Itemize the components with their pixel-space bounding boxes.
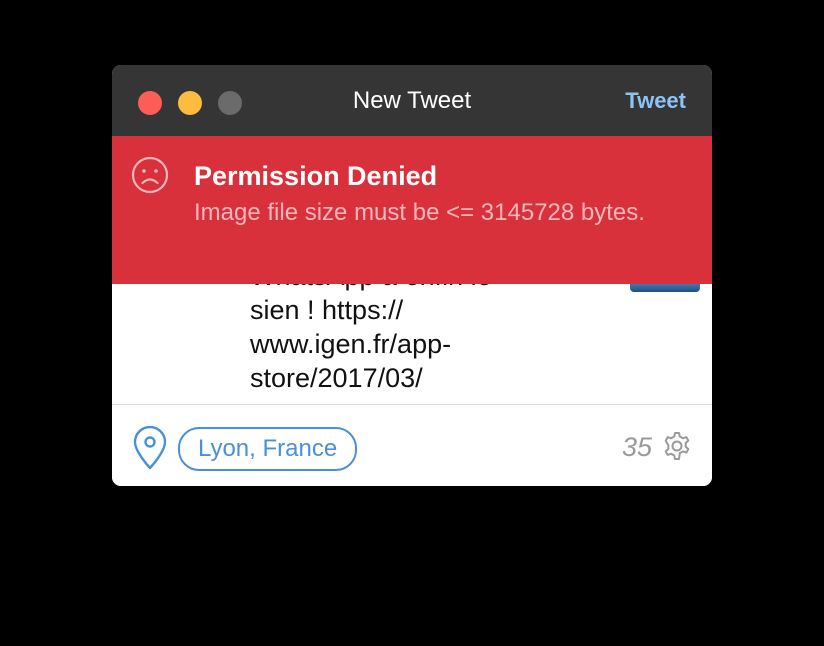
sad-face-icon — [131, 156, 169, 194]
character-counter: 35 — [621, 432, 652, 462]
title-bar: New Tweet Tweet — [112, 65, 712, 136]
error-banner[interactable]: Permission Denied Image file size must b… — [112, 136, 712, 284]
window-title: New Tweet — [352, 87, 472, 114]
error-title: Permission Denied — [194, 161, 438, 191]
new-tweet-window: WhatsApp a enfin le sien ! https:// www.… — [112, 65, 712, 486]
error-message: Image file size must be <= 3145728 bytes… — [194, 199, 645, 226]
location-chip[interactable]: Lyon, France — [178, 427, 358, 471]
compose-footer: Lyon, France 35 — [112, 404, 712, 486]
tweet-button[interactable]: Tweet — [625, 87, 686, 115]
map-pin-icon[interactable] — [131, 426, 169, 470]
gear-icon[interactable] — [662, 431, 692, 461]
